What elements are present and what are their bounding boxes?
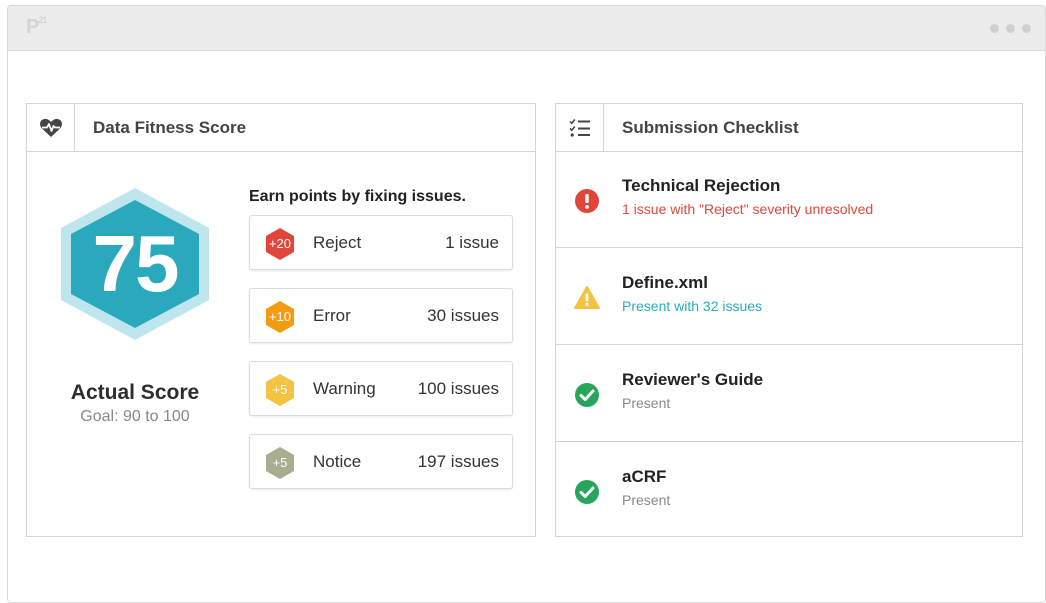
earn-points-text: Earn points by fixing issues. [249,188,466,205]
issue-card-warning[interactable]: +5 Warning 100 issues [249,361,513,416]
issue-label: Warning [313,379,376,398]
panel-title: Submission Checklist [622,117,799,137]
checklist-item-title: Reviewer's Guide [622,370,764,389]
menu-dot [1006,24,1015,33]
hexagon-badge-icon: +5 [263,373,297,407]
issue-count: 1 issue [445,233,499,252]
panel-header: Submission Checklist [556,104,1022,152]
issue-count: 30 issues [427,306,499,325]
checklist-item-subtitle: Present [622,395,671,411]
checklist-item-reviewers-guide[interactable]: Reviewer's Guide Present [556,345,1022,442]
score-value: 75 [92,219,180,308]
check-circle-icon [574,382,600,408]
window-menu-button[interactable] [990,24,1031,33]
issue-card-error[interactable]: +10 Error 30 issues [249,288,513,343]
score-hexagon: 75 [51,186,219,342]
checklist-item-subtitle: 1 issue with "Reject" severity unresolve… [622,201,874,217]
hexagon-badge-icon: +10 [263,300,297,334]
issue-label: Error [313,306,351,325]
error-circle-icon [574,188,600,214]
check-circle-icon [574,479,600,505]
issue-card-reject[interactable]: +20 Reject 1 issue [249,215,513,270]
issue-count: 197 issues [417,452,499,471]
checklist-item-title: aCRF [622,467,667,486]
submission-checklist-panel: Submission Checklist Technical Rejection… [555,103,1023,537]
issue-card-notice[interactable]: +5 Notice 197 issues [249,434,513,489]
checklist-item-title: Technical Rejection [622,176,781,195]
menu-dot [990,24,999,33]
checklist-icon [556,104,604,151]
panel-header: Data Fitness Score [27,104,535,152]
checklist-item-acrf[interactable]: aCRF Present [556,442,1022,539]
score-label: Actual Score [70,381,200,404]
panel-title: Data Fitness Score [93,117,247,137]
issue-count: 100 issues [417,379,499,398]
checklist-item-define-xml[interactable]: Define.xml Present with 32 issues [556,248,1022,345]
checklist-item-subtitle: Present with 32 issues [622,298,763,314]
menu-dot [1022,24,1031,33]
checklist-item-subtitle: Present [622,492,671,508]
heart-pulse-icon [27,104,75,151]
checklist-item-title: Define.xml [622,273,708,292]
data-fitness-panel: Data Fitness Score 75 Actual Score Goal:… [26,103,536,537]
title-bar: P21 [8,6,1045,51]
hexagon-badge-icon: +5 [263,446,297,480]
issue-label: Reject [313,233,362,252]
issue-label: Notice [313,452,362,471]
warning-triangle-icon [574,285,600,311]
checklist-item-technical-rejection[interactable]: Technical Rejection 1 issue with "Reject… [556,151,1022,248]
hexagon-badge-icon: +20 [263,227,297,261]
app-logo: P21 [26,15,47,38]
score-goal: Goal: 90 to 100 [80,408,190,425]
